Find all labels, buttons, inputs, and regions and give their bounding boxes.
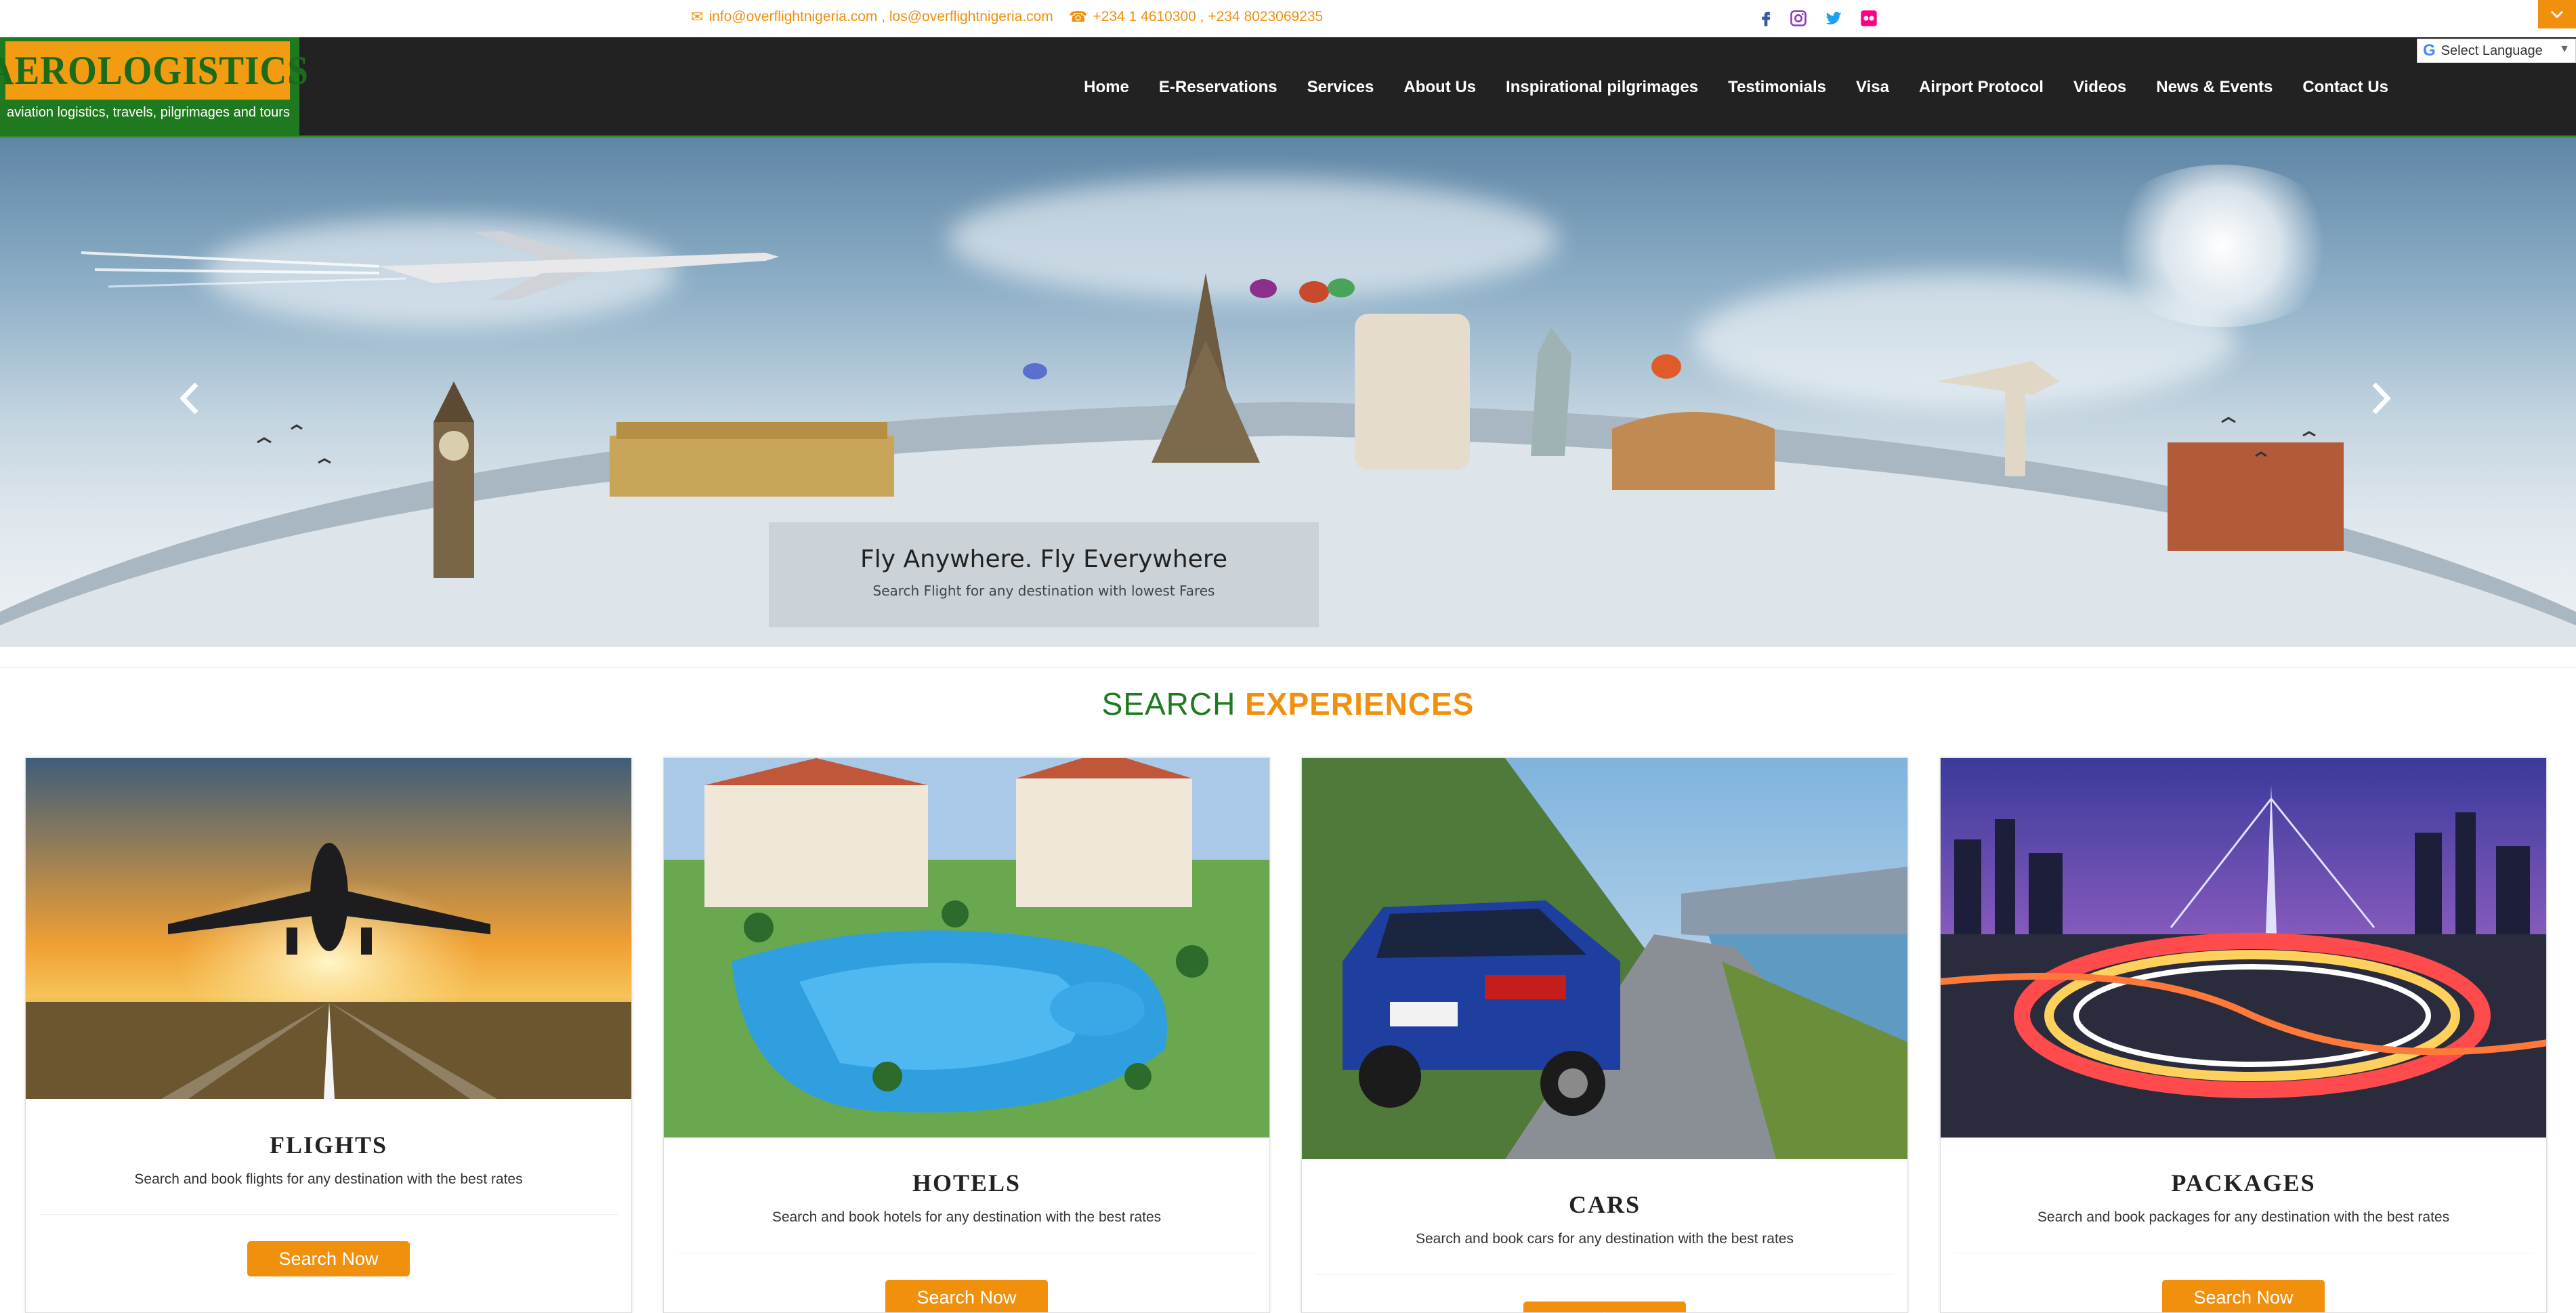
envelope-icon: ✉ <box>691 8 704 25</box>
nav-contact-us[interactable]: Contact Us <box>2287 78 2403 97</box>
nav-airport-protocol[interactable]: Airport Protocol <box>1904 78 2058 97</box>
nav-visa[interactable]: Visa <box>1841 78 1904 97</box>
site-header: AEROLOGISTICS aviation logistics, travel… <box>0 37 2576 138</box>
card-flights-image <box>26 758 631 1099</box>
language-select[interactable]: G Select Language ▼ <box>2417 39 2576 63</box>
card-flights-desc: Search and book flights for any destinat… <box>134 1171 523 1187</box>
card-flights-title: FLIGHTS <box>269 1131 388 1159</box>
section-title: SEARCH EXPERIENCES <box>0 686 2576 722</box>
card-hotels-image <box>664 758 1269 1138</box>
facebook-icon[interactable] <box>1754 7 1777 30</box>
section-title-part1: SEARCH <box>1101 686 1236 722</box>
card-packages-image <box>1941 758 2546 1138</box>
flickr-icon[interactable] <box>1857 7 1880 30</box>
card-separator <box>39 1214 618 1215</box>
contact-email[interactable]: ✉ info@overflightnigeria.com , los@overf… <box>691 8 1053 26</box>
card-hotels-desc: Search and book hotels for any destinati… <box>772 1209 1162 1225</box>
nav-inspirational-pilgrimages[interactable]: Inspirational pilgrimages <box>1491 78 1713 97</box>
card-packages: PACKAGES Search and book packages for an… <box>1940 757 2547 1313</box>
contact-email-text[interactable]: info@overflightnigeria.com , los@overfli… <box>709 9 1053 25</box>
logo-title: AEROLOGISTICS <box>0 47 309 93</box>
nav-videos[interactable]: Videos <box>2058 78 2141 97</box>
logo[interactable]: AEROLOGISTICS aviation logistics, travel… <box>0 37 308 136</box>
language-select-label: Select Language <box>2441 43 2543 58</box>
nav-e-reservations[interactable]: E-Reservations <box>1144 78 1292 97</box>
chevron-left-icon <box>180 382 198 415</box>
phone-icon: ☎ <box>1069 8 1088 25</box>
card-hotels: HOTELS Search and book hotels for any de… <box>663 757 1270 1313</box>
logo-tagline: aviation logistics, travels, pilgrimages… <box>7 105 290 120</box>
card-flights: FLIGHTS Search and book flights for any … <box>25 757 632 1313</box>
section-title-part2: EXPERIENCES <box>1245 686 1475 722</box>
card-cars-desc: Search and book cars for any destination… <box>1416 1231 1794 1247</box>
chevron-down-icon[interactable] <box>2538 0 2576 28</box>
dropdown-caret-icon: ▼ <box>2559 43 2570 55</box>
logo-banner: AEROLOGISTICS <box>0 41 308 100</box>
instagram-icon[interactable] <box>1787 7 1810 30</box>
hero-carousel: Fly Anywhere. Fly Everywhere Search Flig… <box>0 138 2576 647</box>
packages-search-button[interactable]: Search Now <box>2162 1280 2325 1312</box>
main-nav: Home E-Reservations Services About Us In… <box>1069 78 2403 97</box>
airplane-icon <box>81 231 779 300</box>
carousel-next-button[interactable] <box>2364 375 2398 422</box>
nav-testimonials[interactable]: Testimonials <box>1713 78 1841 97</box>
section-divider <box>0 667 2576 668</box>
nav-home[interactable]: Home <box>1069 78 1144 97</box>
card-cars-image <box>1302 758 1907 1159</box>
contact-phone[interactable]: ☎ +234 1 4610300 , +234 8023069235 <box>1069 8 1323 26</box>
card-hotels-title: HOTELS <box>912 1169 1021 1196</box>
card-separator <box>1315 1274 1894 1275</box>
chevron-right-icon <box>2372 382 2391 415</box>
card-cars: CARS Search and book cars for any destin… <box>1301 757 1908 1313</box>
card-packages-desc: Search and book packages for any destina… <box>2037 1209 2450 1225</box>
card-packages-title: PACKAGES <box>2171 1169 2316 1196</box>
hero-subheading: Search Flight for any destination with l… <box>872 583 1215 599</box>
flights-search-button[interactable]: Search Now <box>247 1241 410 1276</box>
contact-phone-text[interactable]: +234 1 4610300 , +234 8023069235 <box>1093 9 1323 25</box>
google-icon: G <box>2423 41 2436 60</box>
top-contact-bar: ✉ info@overflightnigeria.com , los@overf… <box>0 0 2576 37</box>
carousel-prev-button[interactable] <box>173 375 207 422</box>
card-cars-title: CARS <box>1568 1191 1641 1218</box>
hotels-search-button[interactable]: Search Now <box>885 1280 1048 1312</box>
nav-services[interactable]: Services <box>1292 78 1389 97</box>
hero-heading: Fly Anywhere. Fly Everywhere <box>860 545 1227 573</box>
hero-caption: Fly Anywhere. Fly Everywhere Search Flig… <box>769 522 1319 627</box>
nav-about-us[interactable]: About Us <box>1389 78 1491 97</box>
nav-news-events[interactable]: News & Events <box>2141 78 2287 97</box>
twitter-icon[interactable] <box>1822 7 1845 30</box>
cars-search-button[interactable]: Search Now <box>1523 1301 1686 1312</box>
